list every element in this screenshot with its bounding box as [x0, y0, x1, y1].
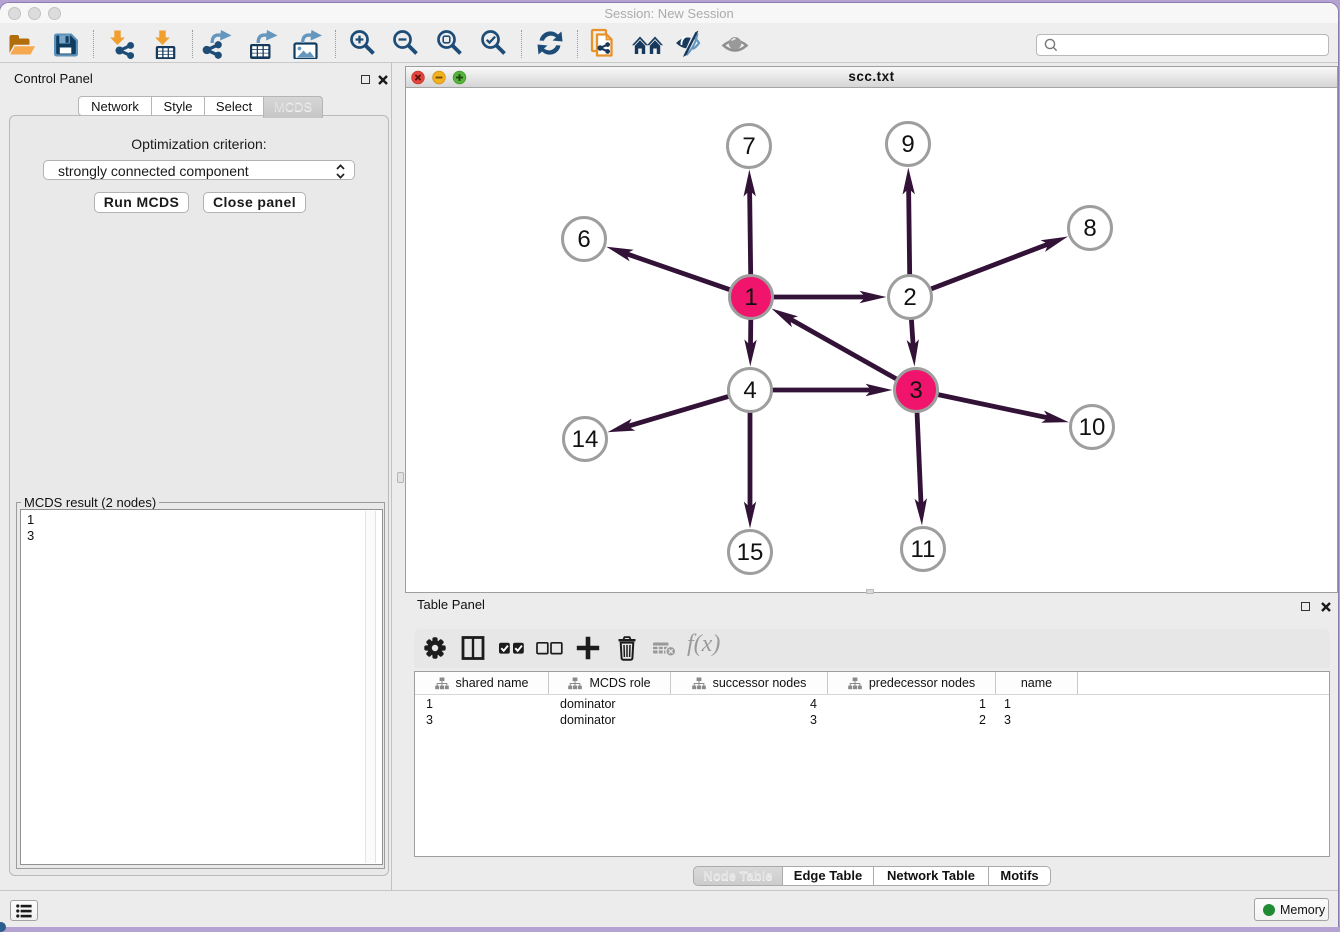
- svg-text:8: 8: [1083, 215, 1096, 242]
- svg-text:9: 9: [901, 131, 914, 158]
- svg-text:3: 3: [909, 377, 922, 404]
- svg-text:1: 1: [744, 284, 757, 311]
- svg-text:6: 6: [577, 226, 590, 253]
- svg-text:15: 15: [737, 539, 764, 566]
- svg-text:4: 4: [743, 377, 756, 404]
- svg-text:7: 7: [742, 133, 755, 160]
- svg-text:10: 10: [1079, 414, 1106, 441]
- svg-text:2: 2: [903, 284, 916, 311]
- svg-text:11: 11: [911, 536, 936, 563]
- svg-text:14: 14: [572, 426, 599, 453]
